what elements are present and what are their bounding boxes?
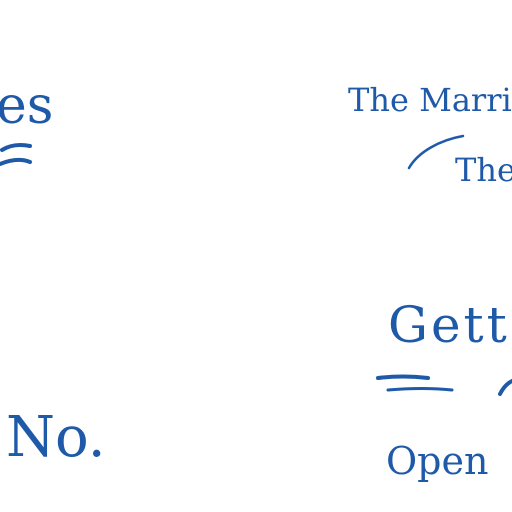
pen-stroke-gett-right [498,379,512,396]
pen-stroke-es-lower [0,157,32,166]
fragment-gett: Gett [388,296,510,354]
pen-stroke-es-upper [0,143,32,152]
fragment-the-marri: The Marri [348,81,512,119]
fragment-es: es [0,76,54,136]
fragment-no: No. [6,405,106,470]
fragment-open: Open [386,439,489,483]
pen-stroke-gett-left-upper [376,374,430,380]
fragment-the: The [455,151,512,189]
pen-stroke-gett-left-lower [386,387,454,392]
